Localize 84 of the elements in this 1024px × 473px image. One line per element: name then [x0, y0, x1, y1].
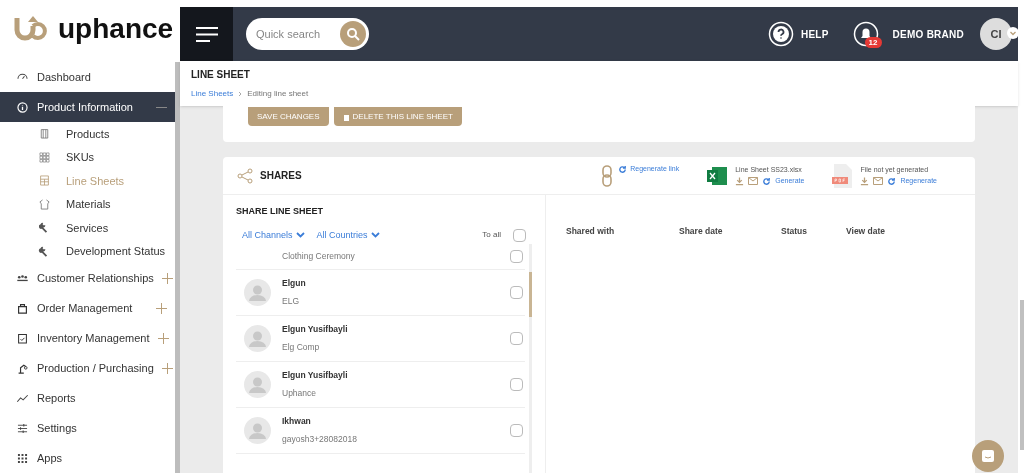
refresh-icon [762, 176, 772, 186]
grid-icon [16, 451, 29, 465]
clipboard-icon [16, 331, 29, 345]
download-icon[interactable] [860, 176, 870, 187]
notification-badge: 12 [864, 37, 882, 48]
breadcrumb-current: Editing line sheet [247, 88, 309, 100]
spreadsheet-icon [707, 166, 728, 185]
sidebar-subitem[interactable]: Development Status [0, 239, 175, 263]
share-icon [237, 167, 253, 184]
contact-name: Elgun Yusifbayli [282, 369, 349, 382]
contact-name: Elgun [282, 277, 307, 290]
sidebar-item[interactable]: Inventory Management [0, 323, 175, 353]
refresh-icon [887, 176, 897, 186]
checkbox[interactable] [510, 424, 523, 437]
logo-text: uphance [58, 14, 174, 43]
refresh-icon [618, 164, 628, 174]
brand-name[interactable]: DEMO BRAND [892, 26, 964, 42]
trash-icon [342, 112, 350, 121]
column-header: Status [781, 225, 808, 238]
sliders-icon [16, 421, 29, 435]
column-header: Shared with [566, 225, 616, 238]
chevron-down-icon [295, 232, 305, 239]
link-icon [602, 164, 613, 187]
contact-company: ELG [282, 295, 300, 308]
sidebar-subitem[interactable]: Materials [0, 192, 175, 216]
sidebar-item[interactable]: Apps [0, 443, 175, 473]
checkbox[interactable] [510, 332, 523, 345]
sidebar-subitem[interactable]: SKUs [0, 145, 175, 169]
breadcrumb-link[interactable]: Line Sheets [191, 88, 234, 100]
bag-icon [16, 301, 29, 315]
grid-icon [38, 150, 51, 164]
contact-company: Elg Comp [282, 341, 321, 354]
avatar-icon [244, 417, 271, 444]
download-icon[interactable] [735, 176, 745, 187]
sidebar-item[interactable]: Production / Purchasing [0, 353, 175, 383]
sidebar-item[interactable]: Customer Relationships [0, 263, 175, 293]
checkbox[interactable] [513, 228, 526, 242]
mail-icon[interactable] [748, 177, 759, 186]
chevron-down-icon [370, 232, 380, 239]
bell-icon[interactable] [852, 21, 879, 47]
checkbox[interactable] [510, 250, 523, 263]
plus-icon[interactable] [161, 362, 173, 374]
plus-icon[interactable] [161, 272, 173, 284]
avatar-icon [244, 325, 271, 352]
avatar-icon [244, 371, 271, 398]
sidebar-item[interactable]: Settings [0, 413, 175, 443]
user-avatar[interactable]: CI [980, 18, 1012, 50]
pdf-file-icon [832, 163, 853, 188]
sidebar-item[interactable]: Order Management [0, 293, 175, 323]
shirt-icon [38, 197, 51, 211]
menu-button[interactable] [180, 7, 233, 61]
info-icon [16, 100, 29, 114]
to-all-label: To all [482, 229, 501, 242]
panel-title: SHARE LINE SHEET [236, 205, 324, 218]
page-title: LINE SHEET [191, 68, 251, 82]
contact-name: Ikhwan [282, 415, 312, 428]
sidebar-item[interactable]: Product Information [0, 92, 175, 122]
contact-company: gayosh3+28082018 [282, 433, 358, 446]
menu-icon [195, 26, 218, 42]
plus-icon[interactable] [156, 302, 167, 314]
plus-icon[interactable] [157, 332, 169, 344]
avatar-icon [244, 279, 271, 306]
help-link[interactable]: HELP [767, 21, 829, 47]
help-icon [767, 21, 794, 47]
filter-dropdown[interactable]: All Countries [316, 228, 380, 242]
sidebar-item[interactable]: Dashboard [0, 62, 175, 92]
chevron-down-icon[interactable] [1007, 27, 1019, 39]
sidebar-item[interactable]: Reports [0, 383, 175, 413]
checkbox[interactable] [510, 286, 523, 299]
chevron-right-icon [238, 91, 243, 97]
box-icon [38, 127, 51, 141]
sheet-icon [38, 174, 51, 188]
contact-company: Uphance [282, 387, 318, 400]
filter-dropdown[interactable]: All Channels [242, 228, 305, 242]
mail-icon[interactable] [873, 177, 884, 186]
sidebar-subitem[interactable]: Services [0, 216, 175, 240]
checkbox[interactable] [510, 378, 523, 391]
column-header: View date [846, 225, 887, 238]
column-header: Share date [679, 225, 724, 238]
sidebar-subitem[interactable]: Products [0, 122, 175, 146]
section-title: SHARES [260, 169, 302, 183]
chat-icon [981, 449, 995, 463]
contact-name: Elgun Yusifbayli [282, 323, 349, 336]
contact-company: Clothing Ceremony [282, 250, 356, 263]
